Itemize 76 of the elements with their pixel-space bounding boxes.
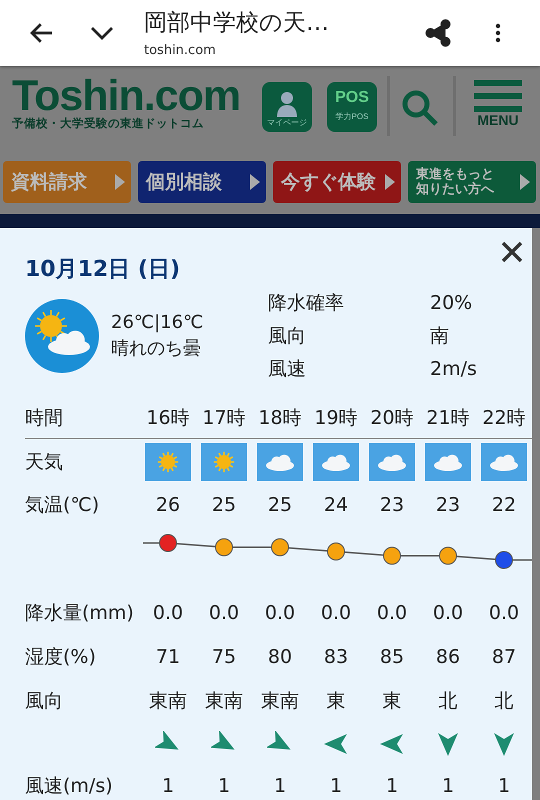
table-cell-text: 0.0 [320,601,352,626]
page-title: 岡部中学校の天… [144,8,330,36]
table-cell-text: 東南 [260,689,300,714]
table-cell-text: 1 [216,774,232,799]
detail-label: 風速 [268,356,307,382]
table-cell-text: 1 [160,774,176,799]
table-cell-text: 24 [322,493,350,518]
detail-label: 風向 [268,324,307,348]
table-cell-text: 83 [322,645,350,670]
banner-button[interactable]: 今すぐ体験 [273,161,401,203]
search-icon [400,88,440,128]
page-url: toshin.com [144,42,217,58]
table-cell-text: 東 [326,689,346,714]
site-tagline: 予備校・大学受験の東進ドットコム [12,116,205,131]
table-cell-text: 19時 [313,406,359,431]
banner-button[interactable]: 資料請求 [3,161,131,203]
row-label: 降水量(mm) [25,601,135,626]
table-cell-text: 16時 [145,406,191,431]
table-cell-text: 1 [384,774,400,799]
table-cell-text: 71 [154,645,182,670]
table-cell-text: 東 [382,689,402,714]
table-cell-text: 75 [210,645,238,670]
table-cell-text: 86 [434,645,462,670]
table-cell-text: 0.0 [152,601,184,626]
table-cell-text: 1 [496,774,512,799]
table-cell-text: 0.0 [208,601,240,626]
pos-button[interactable]: POS 学力POS [327,82,377,132]
table-cell-text: 22 [490,493,518,518]
table-cell-text: 26 [154,493,182,518]
person-icon [275,91,299,117]
row-label: 湿度(%) [25,645,97,670]
table-cell-text: 0.0 [432,601,464,626]
table-cell-text: 23 [434,493,462,518]
table-cell-text: 1 [328,774,344,799]
detail-value: 20% [430,292,474,314]
detail-value: 南 [430,324,450,348]
table-cell-text: 北 [438,689,458,714]
row-label: 風向 [25,689,64,714]
site-logo[interactable]: Toshin.com [12,74,258,118]
table-cell-text: 85 [378,645,406,670]
table-cell-text: 20時 [369,406,415,431]
menu-button[interactable]: MENU [474,78,522,128]
temperature-range: 26℃|16℃ [111,311,204,335]
table-cell-text: 東南 [148,689,188,714]
table-cell-text: 北 [494,689,514,714]
table-cell-text: 0.0 [264,601,296,626]
mypage-button[interactable]: マイページ [262,82,312,132]
row-label: 風速(m/s) [25,774,114,799]
table-cell-text: 1 [440,774,456,799]
banner-button[interactable]: 東進をもっと知りたい方へ [408,161,536,203]
table-cell-text: 23 [378,493,406,518]
menu-icon [474,78,522,112]
more-options-icon [495,22,501,44]
banner-button[interactable]: 個別相談 [138,161,266,203]
detail-label: 降水確率 [268,290,345,316]
table-cell-text: 87 [490,645,518,670]
table-cell-text: 東南 [204,689,244,714]
table-cell-text: 25 [210,493,238,518]
table-cell-text: 18時 [257,406,303,431]
table-cell-text: 0.0 [376,601,408,626]
table-cell-text: 80 [266,645,294,670]
share-icon [423,18,453,48]
table-cell-text: 17時 [201,406,247,431]
row-label: 時間 [25,406,64,431]
table-cell-text: 22時 [481,406,527,431]
close-icon [500,240,524,264]
weather-summary: 晴れのち曇 [111,337,202,361]
detail-value: 2m/s [430,358,477,380]
table-cell-text: 1 [272,774,288,799]
table-cell-text: 21時 [425,406,471,431]
date-heading: 10月12日 (日) [25,256,181,284]
table-cell-text: 25 [266,493,294,518]
close-button[interactable] [500,240,524,264]
row-label: 天気 [25,450,64,475]
table-cell-text: 0.0 [488,601,520,626]
row-label: 気温(℃) [25,493,100,518]
